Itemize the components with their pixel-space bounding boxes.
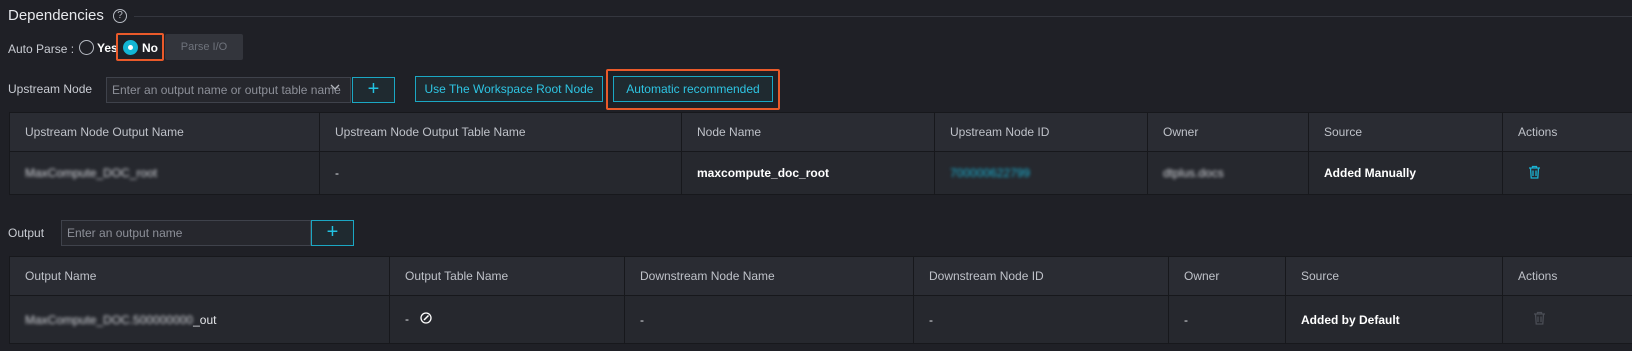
automatic-recommended-highlight-box (606, 69, 780, 110)
output-name-suffix: _out (193, 312, 217, 327)
column-header: Output Name (9, 256, 390, 296)
upstream-node-name: maxcompute_doc_root (681, 151, 935, 195)
column-header: Actions (1502, 112, 1632, 152)
column-header: Downstream Node Name (624, 256, 914, 296)
column-header: Actions (1502, 256, 1632, 296)
parse-io-button[interactable]: Parse I/O (165, 34, 243, 60)
section-divider (134, 16, 1632, 17)
trash-icon[interactable] (1528, 165, 1541, 182)
column-header: Upstream Node Output Table Name (319, 112, 682, 152)
help-icon[interactable]: ? (113, 9, 127, 23)
column-header: Upstream Node Output Name (9, 112, 320, 152)
table-row: MaxCompute_DOC.500000000_out - - - - Add… (9, 295, 1632, 344)
upstream-node-select[interactable]: Enter an output name or output table nam… (106, 77, 351, 103)
auto-parse-yes-radio[interactable] (79, 40, 94, 55)
output-label: Output (8, 226, 45, 240)
no-option-highlight-box (116, 33, 164, 61)
upstream-source: Added Manually (1308, 151, 1503, 195)
column-header: Source (1308, 112, 1503, 152)
section-title: Dependencies (8, 7, 104, 24)
use-workspace-root-node-button[interactable]: Use The Workspace Root Node (415, 76, 603, 102)
upstream-node-label: Upstream Node (8, 82, 93, 96)
add-upstream-button[interactable]: + (352, 77, 395, 103)
output-name-blurred: MaxCompute_DOC.500000000 (25, 312, 194, 327)
chevron-down-icon[interactable] (330, 82, 340, 94)
auto-parse-label: Auto Parse : (8, 42, 75, 56)
auto-parse-yes-label[interactable]: Yes (97, 41, 118, 55)
table-row: MaxCompute_DOC_root - maxcompute_doc_roo… (9, 151, 1632, 195)
column-header: Source (1285, 256, 1503, 296)
upstream-owner: dtplus.docs (1163, 166, 1224, 180)
output-name-input[interactable]: Enter an output name (61, 220, 311, 246)
column-header: Owner (1147, 112, 1309, 152)
upstream-node-id-link[interactable]: 700000622799 (950, 166, 1030, 180)
downstream-node-name: - (624, 295, 914, 344)
column-header: Owner (1168, 256, 1286, 296)
column-header: Output Table Name (389, 256, 625, 296)
upstream-output-name: MaxCompute_DOC_root (25, 166, 158, 180)
column-header: Node Name (681, 112, 935, 152)
edit-icon[interactable] (420, 312, 432, 327)
output-table: Output Name Output Table Name Downstream… (9, 256, 1632, 344)
upstream-table-header: Upstream Node Output Name Upstream Node … (9, 112, 1632, 152)
column-header: Downstream Node ID (913, 256, 1169, 296)
output-owner: - (1168, 295, 1286, 344)
upstream-table: Upstream Node Output Name Upstream Node … (9, 112, 1632, 195)
downstream-node-id: - (913, 295, 1169, 344)
upstream-output-table-name: - (319, 151, 682, 195)
add-output-button[interactable]: + (311, 220, 354, 246)
column-header: Upstream Node ID (934, 112, 1148, 152)
output-source: Added by Default (1285, 295, 1503, 344)
output-table-header: Output Name Output Table Name Downstream… (9, 256, 1632, 296)
trash-icon (1533, 311, 1546, 328)
output-table-name: - (405, 311, 409, 326)
